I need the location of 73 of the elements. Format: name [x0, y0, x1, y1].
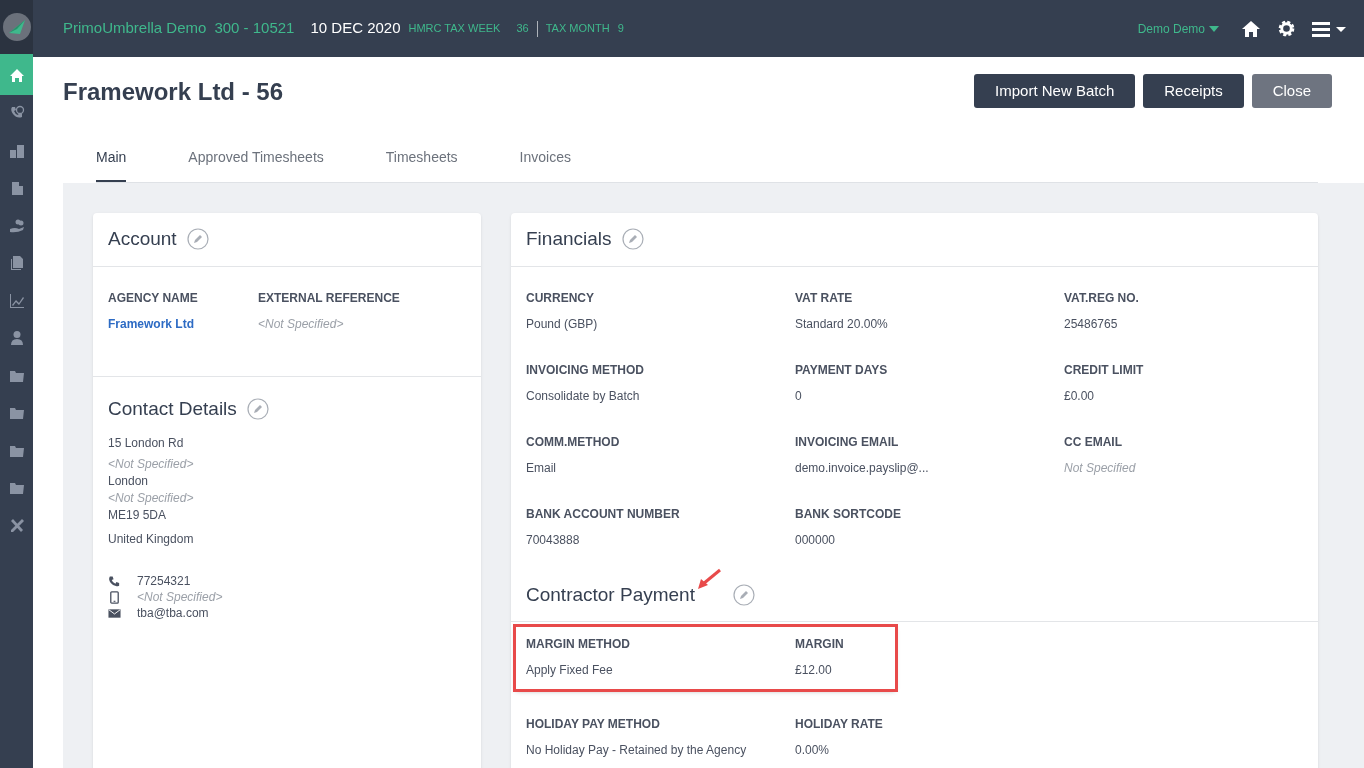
field-label: VAT.REG NO.	[1064, 289, 1140, 307]
field-value: demo.invoice.payslip@...	[795, 459, 930, 477]
field-value: £0.00	[1064, 387, 1096, 405]
field-label: BANK ACCOUNT NUMBER	[526, 505, 681, 523]
address-line: 15 London Rd	[108, 435, 185, 452]
panel-title: Contact Details	[108, 396, 237, 421]
field-value: £12.00	[795, 662, 833, 679]
tax-month-label: TAX MONTH	[545, 21, 610, 37]
field-label: MARGIN METHOD	[526, 636, 631, 653]
field-label: VAT RATE	[795, 289, 854, 307]
field-label: CC EMAIL	[1064, 433, 1123, 451]
address-line: United Kingdom	[108, 531, 195, 548]
edit-icon[interactable]	[621, 228, 644, 251]
field-label: AGENCY NAME	[108, 289, 199, 307]
menu-icon[interactable]	[1312, 20, 1348, 37]
field-value: 0	[795, 387, 803, 405]
field-value: No Holiday Pay - Retained by the Agency	[526, 742, 748, 759]
field-value: 000000	[795, 531, 837, 549]
field-label: INVOICING EMAIL	[795, 433, 900, 451]
field-value: Not Specified	[1064, 459, 1137, 477]
field-label: BANK SORTCODE	[795, 505, 902, 523]
company-name: PrimoUmbrella Demo	[63, 18, 207, 39]
action-button[interactable]: Import New Batch	[974, 74, 1136, 108]
panel-title: Account	[108, 227, 177, 251]
user-menu[interactable]: Demo Demo	[1131, 18, 1225, 39]
field-value: Apply Fixed Fee	[526, 662, 614, 679]
field-label: COMM.METHOD	[526, 433, 621, 451]
current-date: 10 DEC 2020	[310, 18, 401, 39]
settings-icon[interactable]	[1277, 19, 1296, 38]
field-label: HOLIDAY PAY METHOD	[526, 716, 661, 733]
phone-icon	[108, 574, 121, 588]
contact-value: <Not Specified>	[137, 589, 223, 605]
email-icon	[108, 606, 121, 620]
field-value: 0.00%	[795, 742, 831, 759]
address-line: ME19 5DA	[108, 507, 168, 524]
action-button[interactable]: Close	[1251, 74, 1332, 108]
page-title: Framework Ltd - 56	[63, 77, 284, 107]
action-button[interactable]: Receipts	[1143, 74, 1244, 108]
tax-week-value: 36	[516, 21, 529, 37]
company-code: 300 - 10521	[214, 18, 295, 39]
field-label: CREDIT LIMIT	[1064, 361, 1145, 379]
field-label: EXTERNAL REFERENCE	[258, 289, 400, 307]
field-value: 25486765	[1064, 315, 1119, 333]
field-label: CURRENCY	[526, 289, 595, 307]
address-line: London	[108, 473, 150, 490]
field-label: INVOICING METHOD	[526, 361, 645, 379]
mobile-icon	[108, 590, 121, 604]
tab[interactable]: Approved Timesheets	[188, 147, 324, 182]
agency-link[interactable]: Framework Ltd	[108, 314, 258, 333]
field-value: <Not Specified>	[258, 315, 345, 333]
tab[interactable]: Invoices	[519, 147, 571, 182]
field-value: Consolidate by Batch	[526, 387, 641, 405]
edit-icon[interactable]	[186, 228, 209, 251]
edit-icon[interactable]	[246, 397, 269, 420]
address-line: <Not Specified>	[108, 456, 195, 473]
tab[interactable]: Timesheets	[385, 147, 458, 182]
field-label: MARGIN	[795, 636, 845, 653]
tax-month-value: 9	[617, 21, 624, 37]
field-label: PAYMENT DAYS	[795, 361, 889, 379]
contact-value: tba@tba.com	[137, 605, 209, 621]
field-label: HOLIDAY RATE	[795, 716, 883, 733]
edit-icon[interactable]	[732, 583, 755, 606]
address-line: <Not Specified>	[108, 490, 195, 507]
home-icon[interactable]	[1241, 19, 1261, 38]
panel-title: Financials	[526, 227, 612, 251]
field-value: Standard 20.00%	[795, 315, 889, 333]
field-value: 70043888	[526, 531, 581, 549]
field-value: Pound (GBP)	[526, 315, 599, 333]
tax-week-label: HMRC TAX WEEK	[408, 21, 501, 37]
panel-title: Contractor Payment	[526, 582, 695, 607]
contact-value: 77254321	[137, 573, 191, 589]
field-value: Email	[526, 459, 557, 477]
caret-icon	[1209, 25, 1219, 32]
